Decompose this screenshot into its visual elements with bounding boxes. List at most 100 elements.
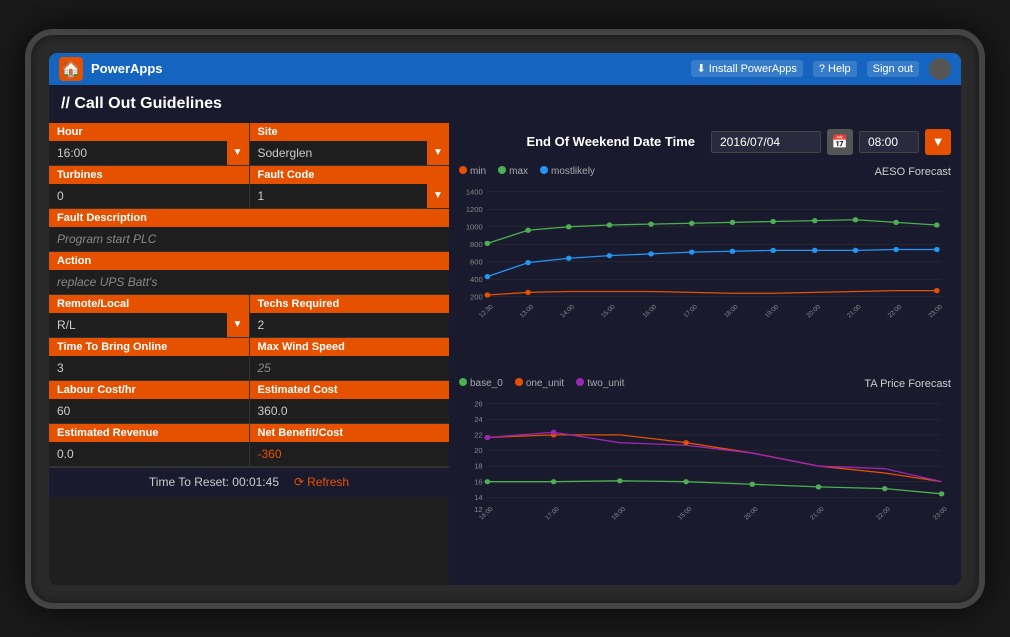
site-dropdown[interactable]: ▼: [427, 141, 449, 165]
hour-label: Hour: [49, 123, 249, 141]
status-bar: Time To Reset: 00:01:45 ⟳ Refresh: [49, 467, 449, 497]
svg-text:1400: 1400: [466, 187, 483, 196]
remote-local-value-wrap: R/L ▼: [49, 313, 249, 337]
user-avatar[interactable]: [929, 58, 951, 80]
fault-code-value-wrap: 1 ▼: [250, 184, 450, 208]
chart1-container: min max mostlikely AESO Forecast: [449, 161, 961, 373]
techs-required-value: 2: [250, 314, 450, 336]
fault-code-value: 1: [250, 185, 428, 207]
svg-text:600: 600: [470, 257, 483, 266]
chart1-max-line: [487, 219, 936, 243]
field-action: Action replace UPS Batt's: [49, 252, 449, 294]
svg-text:14: 14: [474, 493, 482, 502]
date-input[interactable]: [711, 131, 821, 153]
field-turbines: Turbines 0: [49, 166, 250, 208]
home-icon[interactable]: 🏠: [59, 57, 83, 81]
refresh-btn[interactable]: ⟳ Refresh: [294, 475, 349, 489]
action-value: replace UPS Batt's: [49, 271, 449, 293]
time-input[interactable]: [859, 131, 919, 153]
remote-local-dropdown[interactable]: ▼: [227, 313, 249, 337]
svg-text:14:00: 14:00: [559, 303, 576, 319]
row-revenue-net: Estimated Revenue 0.0 Net Benefit/Cost -…: [49, 424, 449, 467]
time-bring-online-value-wrap: 3: [49, 356, 249, 380]
fault-code-label: Fault Code: [250, 166, 450, 184]
time-bring-online-label: Time To Bring Online: [49, 338, 249, 356]
svg-text:400: 400: [470, 275, 483, 284]
max-wind-speed-label: Max Wind Speed: [250, 338, 450, 356]
chart1-min-line: [487, 290, 936, 294]
svg-text:19:00: 19:00: [764, 303, 781, 319]
fault-desc-value-wrap: Program start PLC: [49, 227, 449, 251]
svg-text:22:00: 22:00: [875, 505, 892, 521]
svg-text:18:00: 18:00: [610, 505, 627, 521]
action-value-wrap: replace UPS Batt's: [49, 270, 449, 294]
legend-base0: base_0: [459, 378, 503, 389]
field-techs-required: Techs Required 2: [250, 295, 450, 337]
svg-text:1000: 1000: [466, 222, 483, 231]
chart2-legend: base_0 one_unit two_unit: [459, 378, 624, 389]
fault-desc-label: Fault Description: [49, 209, 449, 227]
field-site: Site Soderglen ▼: [250, 123, 450, 165]
svg-text:22:00: 22:00: [887, 303, 904, 319]
datetime-header: End Of Weekend Date Time 📅 ▼: [449, 123, 961, 161]
max-wind-speed-value-wrap: 25: [250, 356, 450, 380]
chart2-svg: 26 24 22 20 18 16 14 12: [459, 395, 951, 525]
legend-mostlikely: mostlikely: [540, 166, 595, 177]
time-to-reset-value: 00:01:45: [232, 475, 279, 489]
svg-text:18: 18: [474, 461, 482, 470]
chart1-svg: 1400 1200 1000 800 600 400 200: [459, 183, 951, 323]
legend-min: min: [459, 166, 486, 177]
signout-btn[interactable]: Sign out: [867, 61, 919, 77]
chart1-mostlikely-line: [487, 249, 936, 276]
hour-dropdown[interactable]: ▼: [227, 141, 249, 165]
hour-value: 16:00: [49, 142, 227, 164]
chart2-title: TA Price Forecast: [864, 378, 951, 390]
net-benefit-value-wrap: -360: [250, 442, 450, 466]
time-dropdown[interactable]: ▼: [925, 129, 951, 155]
labour-cost-value-wrap: 60: [49, 399, 249, 423]
svg-text:18:00: 18:00: [723, 303, 740, 319]
svg-text:20:00: 20:00: [743, 505, 760, 521]
svg-text:200: 200: [470, 292, 483, 301]
install-btn[interactable]: ⬇ Install PowerApps: [691, 60, 803, 77]
calendar-icon[interactable]: 📅: [827, 129, 853, 155]
svg-text:23:00: 23:00: [927, 303, 944, 319]
row-time-wind: Time To Bring Online 3 Max Wind Speed 25: [49, 338, 449, 381]
site-value-wrap: Soderglen ▼: [250, 141, 450, 165]
field-estimated-revenue: Estimated Revenue 0.0: [49, 424, 250, 466]
help-btn[interactable]: ? Help: [813, 61, 857, 77]
refresh-icon: ⟳: [294, 475, 304, 489]
labour-cost-label: Labour Cost/hr: [49, 381, 249, 399]
left-panel: Hour 16:00 ▼ Site Soderglen ▼: [49, 123, 449, 585]
svg-text:17:00: 17:00: [682, 303, 699, 319]
field-remote-local: Remote/Local R/L ▼: [49, 295, 250, 337]
legend-max: max: [498, 166, 528, 177]
estimated-cost-value-wrap: 360.0: [250, 399, 450, 423]
site-label: Site: [250, 123, 450, 141]
screen: 🏠 PowerApps ⬇ Install PowerApps ? Help S…: [49, 53, 961, 585]
chart1-legend: min max mostlikely: [459, 166, 595, 177]
net-benefit-value: -360: [250, 443, 450, 465]
field-net-benefit: Net Benefit/Cost -360: [250, 424, 450, 466]
svg-text:23:00: 23:00: [932, 505, 949, 521]
row-remote-techs: Remote/Local R/L ▼ Techs Required 2: [49, 295, 449, 338]
svg-text:22: 22: [474, 430, 482, 439]
turbines-value-wrap: 0: [49, 184, 249, 208]
chart1-title: AESO Forecast: [875, 166, 951, 178]
device-frame: 🏠 PowerApps ⬇ Install PowerApps ? Help S…: [25, 29, 985, 609]
svg-text:15:00: 15:00: [600, 303, 617, 319]
svg-text:13:00: 13:00: [519, 303, 536, 319]
fault-code-dropdown[interactable]: ▼: [427, 184, 449, 208]
download-icon: ⬇: [697, 62, 706, 75]
svg-text:17:00: 17:00: [544, 505, 561, 521]
page-title: // Call Out Guidelines: [61, 95, 949, 113]
turbines-label: Turbines: [49, 166, 249, 184]
svg-text:26: 26: [474, 399, 482, 408]
field-labour-cost: Labour Cost/hr 60: [49, 381, 250, 423]
techs-required-label: Techs Required: [250, 295, 450, 313]
chart2-oneunit-line: [487, 434, 941, 481]
field-time-bring-online: Time To Bring Online 3: [49, 338, 250, 380]
svg-text:15:00: 15:00: [677, 505, 694, 521]
svg-text:21:00: 21:00: [809, 505, 826, 521]
estimated-revenue-value-wrap: 0.0: [49, 442, 249, 466]
